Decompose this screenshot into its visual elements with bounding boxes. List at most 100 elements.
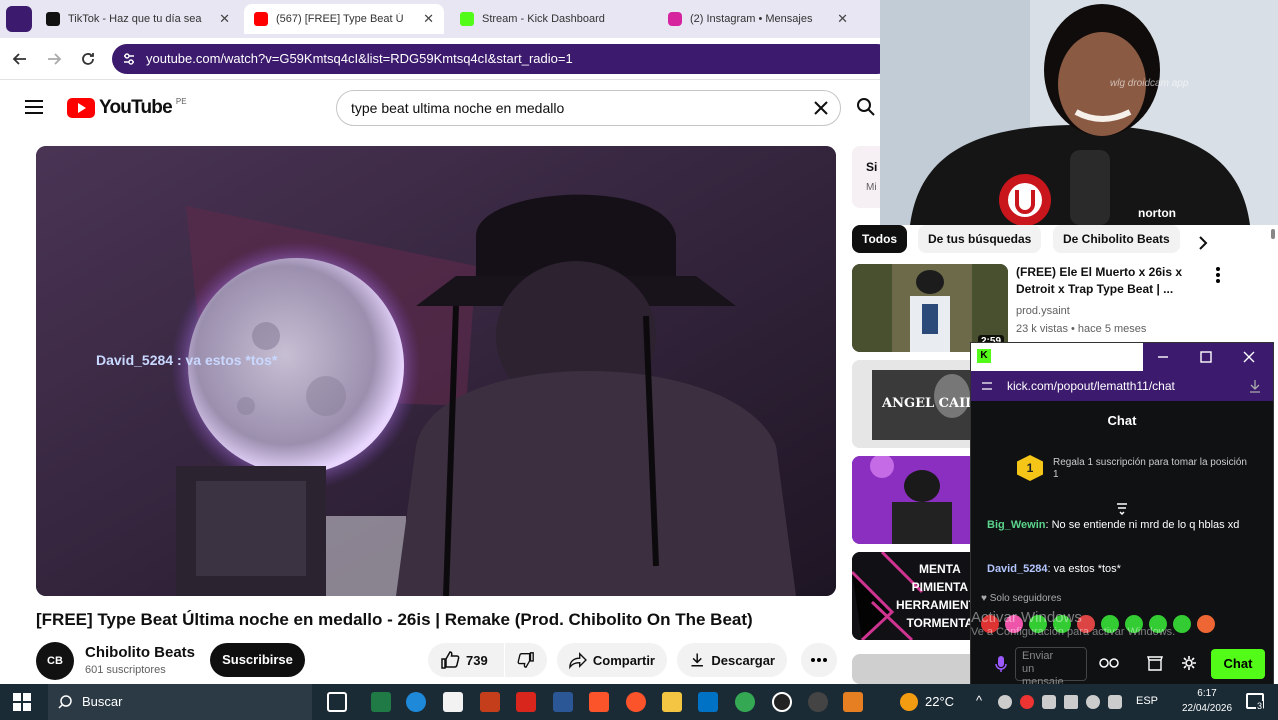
- word-icon[interactable]: [553, 692, 573, 712]
- tab-tiktok[interactable]: TikTok - Haz que tu día sea ✕: [36, 4, 240, 34]
- chrome-icon[interactable]: [735, 692, 755, 712]
- video-player[interactable]: David_5284 : va estos *tos*: [36, 146, 836, 596]
- brave-browser-icon[interactable]: [626, 692, 646, 712]
- download-button[interactable]: Descargar: [677, 643, 787, 677]
- forward-icon[interactable]: [46, 51, 62, 67]
- temperature[interactable]: 22°C: [925, 694, 954, 709]
- chat-username[interactable]: David_5284: [987, 563, 1048, 575]
- like-button[interactable]: 739: [428, 643, 504, 677]
- minimize-icon[interactable]: [1157, 351, 1169, 363]
- edge-icon[interactable]: [406, 692, 426, 712]
- search-value: type beat ultima noche en medallo: [351, 100, 565, 116]
- chip-from-searches[interactable]: De tus búsquedas: [918, 225, 1042, 253]
- windows-start-icon[interactable]: [13, 693, 31, 711]
- channel-name[interactable]: Chibolito Beats: [85, 644, 195, 661]
- dislike-button[interactable]: [505, 643, 547, 677]
- search-input[interactable]: type beat ultima noche en medallo: [336, 90, 841, 126]
- outlook-icon[interactable]: [698, 692, 718, 712]
- excel-icon[interactable]: [371, 692, 391, 712]
- rec-thumbnail[interactable]: 2:59: [852, 264, 1008, 352]
- taskbar-search[interactable]: Buscar: [48, 684, 312, 720]
- close-tab-icon[interactable]: ✕: [219, 11, 230, 27]
- maximize-icon[interactable]: [1200, 351, 1212, 363]
- tab-youtube[interactable]: (567) [FREE] Type Beat Ú ✕: [244, 4, 444, 34]
- rec-title[interactable]: (FREE) Ele El Muerto x 26is x Detroit x …: [1016, 264, 1196, 298]
- language-indicator[interactable]: ESP: [1136, 695, 1158, 707]
- chat-input[interactable]: Enviar un mensaje: [1015, 647, 1087, 688]
- gear-icon[interactable]: [1181, 655, 1197, 671]
- close-icon[interactable]: [1243, 351, 1255, 363]
- tray-icon[interactable]: [1042, 695, 1056, 709]
- subscriber-count: 601 suscriptores: [85, 664, 166, 676]
- app-icon[interactable]: [808, 692, 828, 712]
- network-icon[interactable]: [1064, 695, 1078, 709]
- tray-icon[interactable]: [998, 695, 1012, 709]
- share-icon: [569, 652, 587, 670]
- weather-icon[interactable]: [900, 693, 918, 711]
- reload-icon[interactable]: [80, 51, 96, 67]
- store-icon[interactable]: [1147, 655, 1163, 671]
- pin-icon[interactable]: [1115, 501, 1129, 515]
- chevron-right-icon[interactable]: [1198, 236, 1208, 250]
- chip-from-channel[interactable]: De Chibolito Beats: [1053, 225, 1180, 253]
- rec-channel[interactable]: prod.ysaint: [1016, 305, 1070, 317]
- watermark-title: Activar Windows: [971, 609, 1082, 626]
- close-tab-icon[interactable]: ✕: [423, 11, 434, 27]
- tab-kick-dashboard[interactable]: Stream - Kick Dashboard: [450, 4, 650, 34]
- points-icon[interactable]: [1099, 657, 1121, 669]
- tray-icon[interactable]: [1086, 695, 1100, 709]
- chat-username[interactable]: Big_Wewin: [987, 519, 1045, 531]
- send-chat-button[interactable]: Chat: [1211, 649, 1265, 679]
- brave-icon[interactable]: [589, 692, 609, 712]
- store-icon[interactable]: [443, 692, 463, 712]
- file-explorer-icon[interactable]: [662, 692, 682, 712]
- kick-logo-icon: K: [977, 349, 991, 363]
- shirt-text: norton: [1138, 206, 1176, 220]
- back-icon[interactable]: [12, 51, 28, 67]
- clock[interactable]: 6:17 22/04/2026: [1172, 686, 1242, 716]
- clear-search-icon[interactable]: [814, 101, 828, 115]
- notification-center-icon[interactable]: 3: [1246, 693, 1264, 711]
- gift-sub-prompt[interactable]: Regala 1 suscripción para tomar la posic…: [1053, 457, 1253, 481]
- youtube-logo[interactable]: YouTube PE: [67, 97, 187, 119]
- install-icon[interactable]: [1249, 379, 1261, 393]
- tray-chevron-icon[interactable]: ^: [976, 693, 982, 708]
- popup-url-bar: kick.com/popout/lematth11/chat: [971, 371, 1273, 401]
- more-vertical-icon[interactable]: [1216, 267, 1220, 283]
- webcam-watermark: wlg droidcam app: [1110, 78, 1189, 89]
- page-scrollbar[interactable]: [1268, 225, 1278, 345]
- acrobat-icon[interactable]: [516, 692, 536, 712]
- task-view-icon[interactable]: [327, 692, 347, 712]
- site-settings-icon[interactable]: [981, 380, 993, 392]
- tab-label: (2) Instagram • Mensajes: [690, 13, 813, 25]
- share-button[interactable]: Compartir: [557, 643, 667, 677]
- close-tab-icon[interactable]: ✕: [837, 11, 848, 27]
- menu-icon[interactable]: [24, 99, 44, 115]
- powerpoint-icon[interactable]: [480, 692, 500, 712]
- promo-card[interactable]: Si Mi: [852, 146, 882, 208]
- instagram-icon: [668, 12, 682, 26]
- video-frame: [36, 146, 836, 596]
- subscribe-button[interactable]: Suscribirse: [210, 643, 305, 677]
- search-icon: [58, 695, 72, 709]
- volume-icon[interactable]: [1108, 695, 1122, 709]
- browser-profile-icon[interactable]: [6, 6, 32, 32]
- clock-date: 22/04/2026: [1181, 703, 1233, 714]
- microphone-icon[interactable]: [995, 655, 1007, 673]
- youtube-icon: [254, 12, 268, 26]
- chip-all[interactable]: Todos: [852, 225, 908, 253]
- channel-avatar[interactable]: CB: [36, 642, 74, 680]
- url-input[interactable]: youtube.com/watch?v=G59Kmtsq4cI&list=RDG…: [112, 44, 892, 74]
- tab-instagram[interactable]: (2) Instagram • Mensajes ✕: [658, 4, 858, 34]
- followers-only-label: Solo seguidores: [989, 593, 1062, 604]
- scrollbar-thumb[interactable]: [1271, 229, 1275, 239]
- site-settings-icon[interactable]: [122, 52, 136, 66]
- more-actions-button[interactable]: [801, 643, 837, 677]
- popup-url[interactable]: kick.com/popout/lematth11/chat: [1007, 379, 1175, 393]
- obs-icon[interactable]: [772, 692, 792, 712]
- chat-text: va estos *tos*: [1053, 563, 1121, 575]
- app-icon[interactable]: [843, 692, 863, 712]
- search-icon[interactable]: [856, 97, 876, 117]
- tray-icon[interactable]: [1020, 695, 1034, 709]
- thumbs-down-icon: [517, 652, 534, 668]
